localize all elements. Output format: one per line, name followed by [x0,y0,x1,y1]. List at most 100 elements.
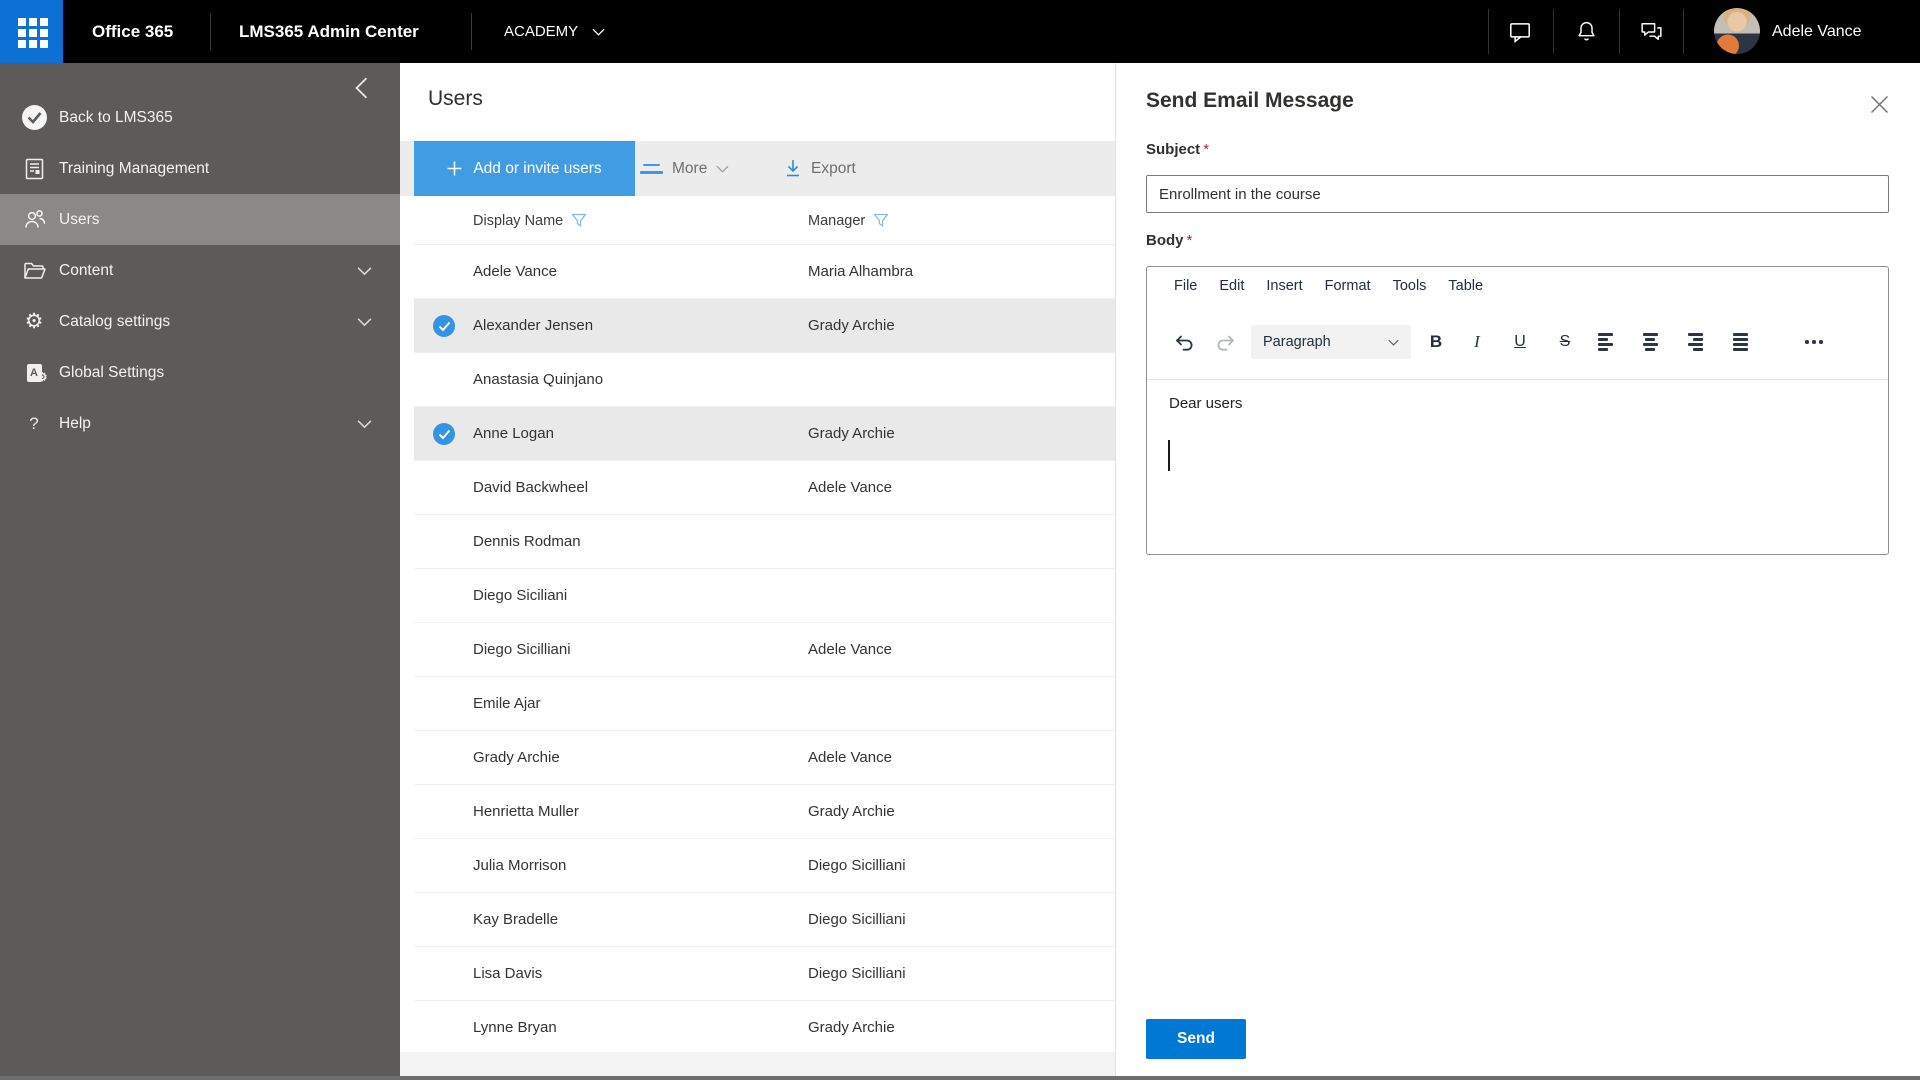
format-value: Paragraph [1263,334,1331,350]
display-name-cell: Kay Bradelle [473,911,559,928]
table-row[interactable]: Adele Vance Maria Alhambra [414,245,1115,299]
display-name-cell: Lynne Bryan [473,1019,557,1036]
subject-label: Subject * [1146,141,1210,158]
menu-table[interactable]: Table [1448,278,1483,294]
column-label: Display Name [473,212,564,229]
display-name-cell: Diego Sicilliani [473,641,571,658]
body-label: Body * [1146,232,1193,249]
menu-edit[interactable]: Edit [1219,278,1244,294]
topbar-divider [471,13,472,50]
selected-check-icon [433,315,455,337]
table-row[interactable]: Anne Logan Grady Archie [414,407,1115,461]
bold-button[interactable]: B [1419,325,1453,359]
sidebar-item-users[interactable]: Users [0,194,400,245]
undo-button[interactable] [1167,325,1201,359]
paragraph-format-dropdown[interactable]: Paragraph [1251,325,1411,359]
sidebar-item-content[interactable]: Content [0,245,400,296]
menu-file[interactable]: File [1174,278,1197,294]
close-icon [1870,95,1888,113]
align-center-button[interactable] [1633,325,1667,359]
manager-cell: Maria Alhambra [808,263,914,280]
send-email-panel: Send Email Message Subject* Body* File E… [1115,63,1920,1076]
topbar-divider [1553,9,1554,54]
window-bottom-edge [0,1076,1920,1080]
export-button[interactable]: Export [784,141,856,196]
column-label: Manager [808,212,866,229]
manager-cell: Grady Archie [808,803,895,820]
app-launcher-button[interactable] [0,0,63,63]
display-name-cell: David Backwheel [473,479,589,496]
sidebar-item-training-management[interactable]: Training Management [0,143,400,194]
manager-cell: Adele Vance [808,641,892,658]
table-row[interactable]: Kay Bradelle Diego Sicilliani [414,893,1115,947]
admin-center-title: LMS365 Admin Center [239,22,419,41]
sidebar-item-help[interactable]: ? Help [0,398,400,449]
table-header: Display Name Manager [414,196,1115,245]
table-row[interactable]: David Backwheel Adele Vance [414,461,1115,515]
table-row[interactable]: Lisa Davis Diego Sicilliani [414,947,1115,1001]
align-right-button[interactable] [1678,325,1712,359]
top-app-bar: Office 365 LMS365 Admin Center ACADEMY A… [0,0,1920,63]
menu-insert[interactable]: Insert [1266,278,1302,294]
table-row[interactable]: Alexander Jensen Grady Archie [414,299,1115,353]
table-row[interactable]: Emile Ajar [414,677,1115,731]
horizontal-scrollbar[interactable] [400,1052,1115,1076]
tenant-dropdown[interactable]: ACADEMY [504,0,605,63]
more-options-button[interactable] [1797,325,1831,359]
send-button[interactable]: Send [1146,1019,1246,1059]
more-button[interactable]: More [640,141,729,196]
manager-cell: Diego Sicilliani [808,965,906,982]
display-name-cell: Henrietta Muller [473,803,579,820]
sidebar-item-label: Content [59,262,114,279]
close-button[interactable] [1866,91,1892,117]
topbar-divider [1488,9,1489,54]
sidebar-item-label: Back to LMS365 [59,109,173,126]
manager-cell: Grady Archie [808,425,895,442]
sidebar-item-global-settings[interactable]: A ⚙ Global Settings [0,347,400,398]
underline-button[interactable]: U [1503,325,1537,359]
notifications-button[interactable] [1560,0,1612,63]
align-left-button[interactable] [1588,325,1622,359]
chat-icon [1510,22,1530,43]
menu-format[interactable]: Format [1325,278,1371,294]
italic-button[interactable]: I [1460,325,1494,359]
table-row[interactable]: Diego Siciliani [414,569,1115,623]
menu-tools[interactable]: Tools [1393,278,1427,294]
display-name-cell: Grady Archie [473,749,560,766]
display-name-cell: Alexander Jensen [473,317,594,334]
manager-cell: Adele Vance [808,749,892,766]
sidebar-item-back-to-lms365[interactable]: Back to LMS365 [0,92,400,143]
display-name-cell: Julia Morrison [473,857,567,874]
manager-cell: Diego Sicilliani [808,857,906,874]
training-management-icon [21,156,47,182]
table-row[interactable]: Henrietta Muller Grady Archie [414,785,1115,839]
add-or-invite-users-button[interactable]: Add or invite users [414,141,635,196]
table-row[interactable]: Lynne Bryan Grady Archie [414,1001,1115,1055]
filter-funnel-icon[interactable] [873,213,889,228]
chat-button[interactable] [1494,0,1546,63]
table-row[interactable]: Anastasia Quinjano [414,353,1115,407]
table-row[interactable]: Grady Archie Adele Vance [414,731,1115,785]
filter-funnel-icon[interactable] [571,213,587,228]
strikethrough-button[interactable]: S [1548,325,1582,359]
editor-content-area[interactable]: Dear users [1147,380,1888,554]
redo-icon [1217,335,1234,351]
redo-button[interactable] [1209,325,1243,359]
display-name-cell: Emile Ajar [473,695,541,712]
table-row[interactable]: Julia Morrison Diego Sicilliani [414,839,1115,893]
feedback-button[interactable] [1625,0,1677,63]
required-marker: * [1203,141,1210,158]
sidebar-item-catalog-settings[interactable]: ⚙ Catalog settings [0,296,400,347]
avatar[interactable] [1714,8,1760,54]
undo-icon [1176,335,1193,351]
column-header-manager[interactable]: Manager [808,196,889,245]
sidebar-item-label: Global Settings [59,364,165,381]
plus-icon [447,161,462,176]
display-name-cell: Anastasia Quinjano [473,371,604,388]
subject-input[interactable] [1146,175,1889,213]
table-row[interactable]: Diego Sicilliani Adele Vance [414,623,1115,677]
column-header-display-name[interactable]: Display Name [473,196,587,245]
table-row[interactable]: Dennis Rodman [414,515,1115,569]
justify-button[interactable] [1723,325,1757,359]
manager-cell: Grady Archie [808,1019,895,1036]
